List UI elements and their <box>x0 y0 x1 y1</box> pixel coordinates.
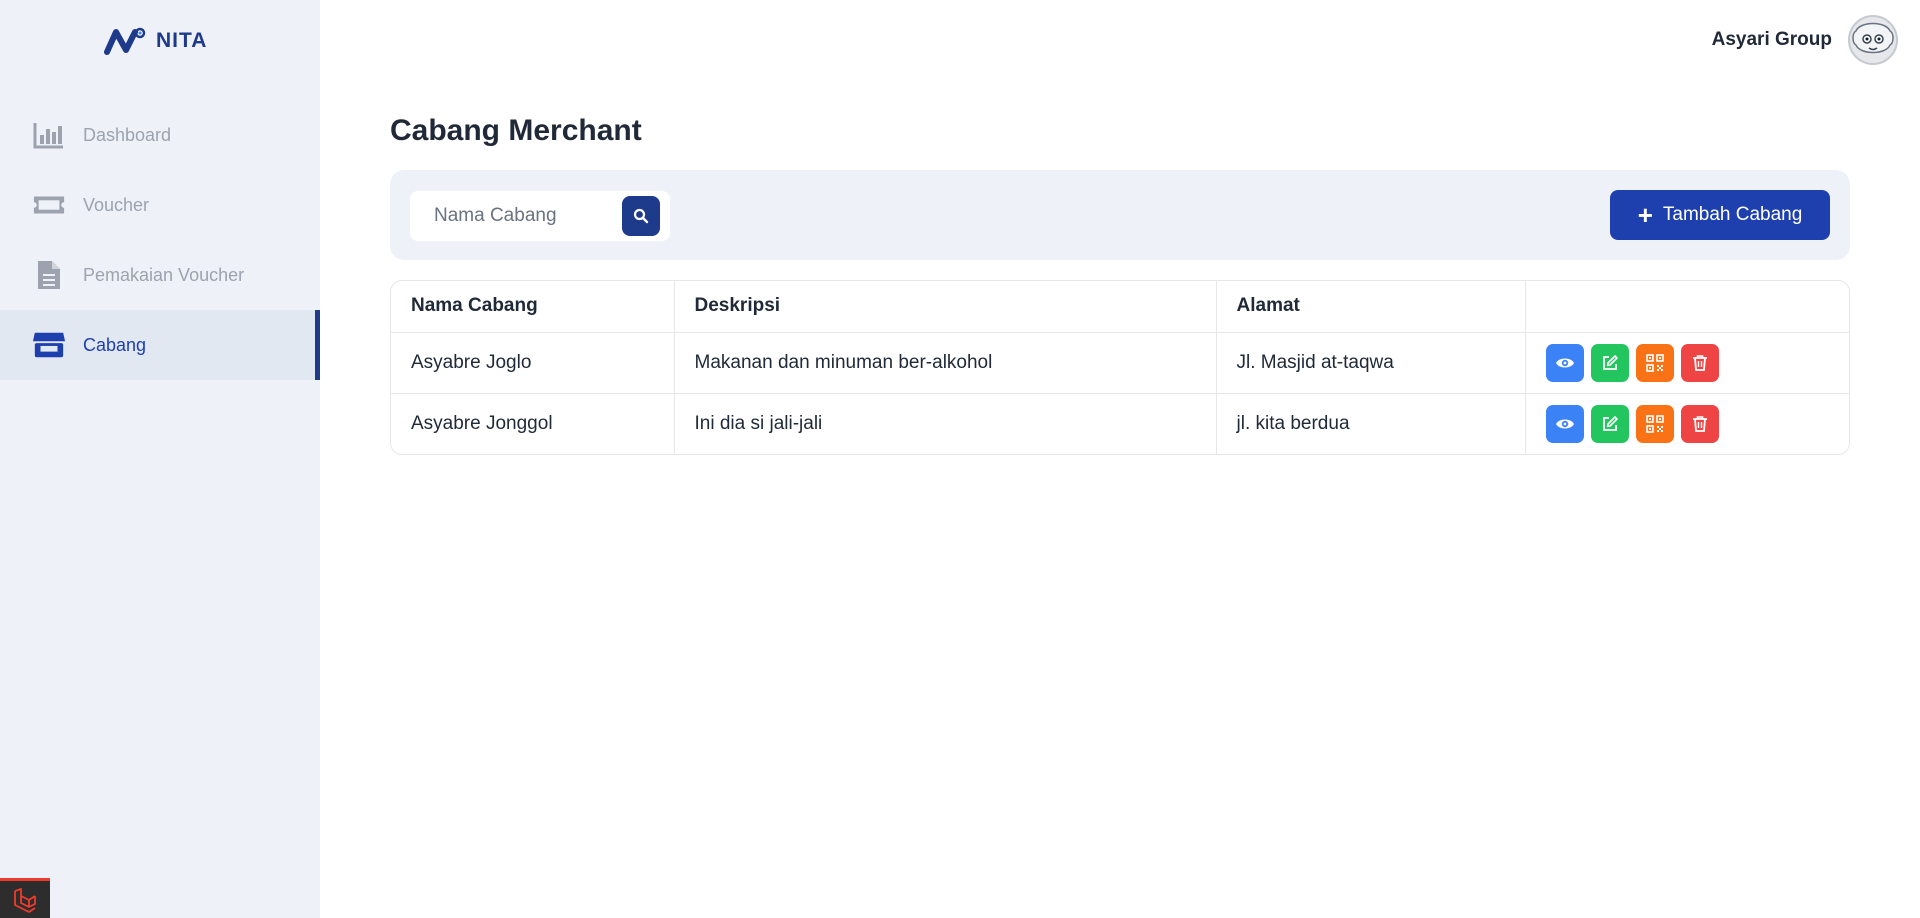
filter-bar: + Tambah Cabang <box>390 170 1850 260</box>
avatar-icon <box>1850 17 1896 63</box>
plus-icon: + <box>1637 200 1653 230</box>
store-icon <box>32 328 66 362</box>
delete-button[interactable] <box>1680 404 1719 443</box>
user-name: Asyari Group <box>1711 29 1832 50</box>
brand-logo[interactable]: NITA <box>104 26 207 56</box>
column-header-deskripsi: Deskripsi <box>674 281 1217 333</box>
cell-alamat: Jl. Masjid at-taqwa <box>1216 332 1526 394</box>
sidebar-item-label: Dashboard <box>83 124 172 145</box>
sidebar-item-dashboard[interactable]: Dashboard <box>0 100 320 170</box>
brand-name: NITA <box>156 29 208 52</box>
cell-nama-cabang: Asyabre Joglo <box>391 332 675 394</box>
table-row: Asyabre Jonggol Ini dia si jali-jali jl.… <box>391 393 1849 454</box>
qr-code-icon <box>1645 353 1664 372</box>
add-cabang-label: Tambah Cabang <box>1662 204 1803 225</box>
column-header-alamat: Alamat <box>1216 281 1526 333</box>
sidebar-item-voucher[interactable]: Voucher <box>0 170 320 240</box>
edit-button[interactable] <box>1590 343 1629 382</box>
document-icon <box>32 258 66 292</box>
sidebar-item-pemakaian-voucher[interactable]: Pemakaian Voucher <box>0 240 320 310</box>
add-cabang-button[interactable]: + Tambah Cabang <box>1610 190 1830 240</box>
page-title: Cabang Merchant <box>390 114 642 147</box>
sidebar-item-label: Voucher <box>83 194 150 215</box>
delete-button[interactable] <box>1680 343 1719 382</box>
sidebar-nav: Dashboard Voucher Pemakaian Voucher Caba… <box>0 100 320 380</box>
column-header-actions <box>1525 281 1849 333</box>
sidebar-item-label: Cabang <box>83 334 147 355</box>
cell-actions <box>1525 332 1849 394</box>
cell-deskripsi: Ini dia si jali-jali <box>674 393 1217 454</box>
trash-icon <box>1692 354 1707 371</box>
trash-icon <box>1692 415 1707 432</box>
user-menu[interactable]: Asyari Group <box>1712 15 1898 65</box>
cell-actions <box>1525 393 1849 454</box>
sidebar-item-cabang[interactable]: Cabang <box>0 310 320 380</box>
debugbar-toggle[interactable] <box>0 878 50 918</box>
avatar[interactable] <box>1848 15 1898 65</box>
edit-icon <box>1602 415 1618 431</box>
sidebar: NITA Dashboard Voucher Pemakaian Voucher… <box>0 0 320 918</box>
ticket-icon <box>32 188 66 222</box>
nita-logo-icon <box>104 27 146 55</box>
search-icon <box>633 208 649 224</box>
sidebar-item-label: Pemakaian Voucher <box>83 264 245 285</box>
eye-icon <box>1555 358 1574 367</box>
cell-nama-cabang: Asyabre Jonggol <box>391 393 675 454</box>
search-box <box>410 191 670 241</box>
edit-button[interactable] <box>1590 404 1629 443</box>
eye-icon <box>1555 419 1574 429</box>
laravel-icon <box>14 887 36 913</box>
cell-deskripsi: Makanan dan minuman ber-alkohol <box>674 332 1217 394</box>
cabang-table: Nama Cabang Deskripsi Alamat Asyabre Jog… <box>390 280 1850 455</box>
view-button[interactable] <box>1545 404 1584 443</box>
cell-alamat: jl. kita berdua <box>1216 393 1526 454</box>
edit-icon <box>1602 354 1618 370</box>
table-row: Asyabre Joglo Makanan dan minuman ber-al… <box>391 332 1849 394</box>
column-header-nama-cabang: Nama Cabang <box>391 281 675 333</box>
qr-code-button[interactable] <box>1635 343 1674 382</box>
qr-code-button[interactable] <box>1635 404 1674 443</box>
bar-chart-icon <box>32 118 66 152</box>
table-header-row: Nama Cabang Deskripsi Alamat <box>391 281 1849 333</box>
view-button[interactable] <box>1545 343 1584 382</box>
search-button[interactable] <box>622 196 660 236</box>
qr-code-icon <box>1645 414 1664 433</box>
search-input[interactable] <box>434 205 614 227</box>
